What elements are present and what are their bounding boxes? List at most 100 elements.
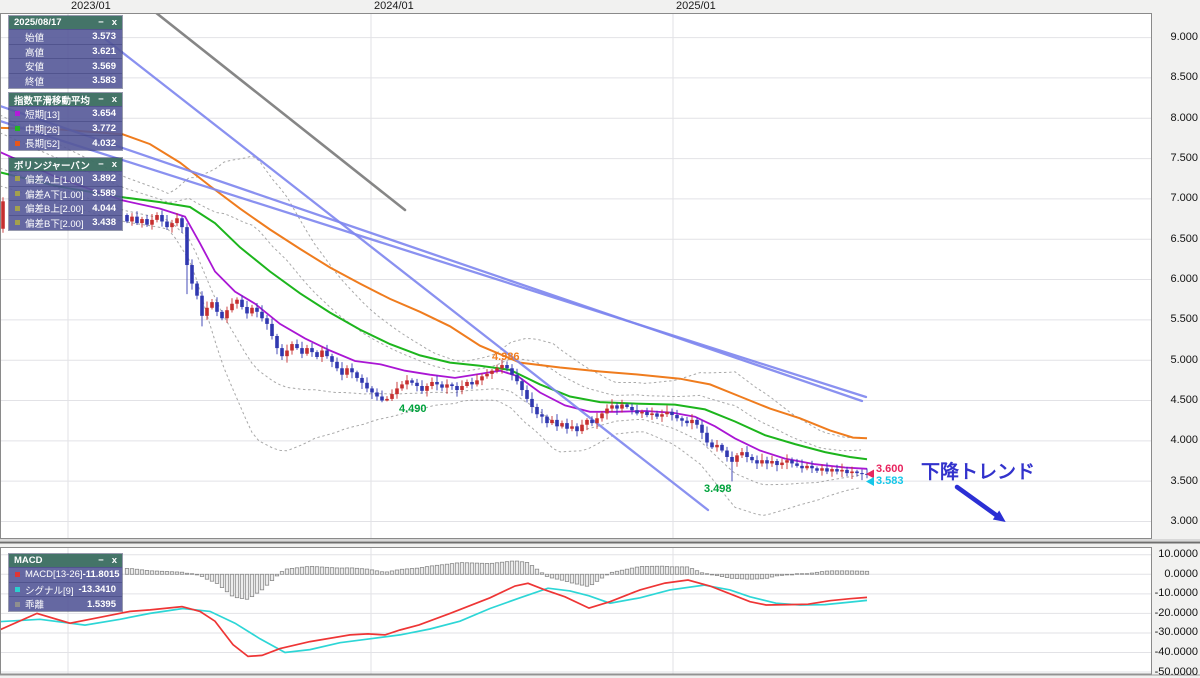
macd-tick-label: 10.0000 — [1158, 548, 1198, 561]
row-value: -13.3410 — [78, 584, 116, 596]
row-value: 1.5395 — [86, 598, 116, 610]
row-label: 乖離 — [25, 600, 45, 612]
price-tick-label: 9.000 — [1170, 31, 1198, 44]
indicator-row: 安値 3.569 — [9, 58, 122, 73]
panel-header[interactable]: 指数平滑移動平均 − x — [9, 93, 122, 107]
series-color-dot — [15, 205, 20, 211]
row-value: 3.772 — [92, 123, 116, 135]
indicator-row: MACD[13-26] -11.8015 — [9, 567, 122, 582]
row-label: 偏差A上[1.00] — [25, 174, 84, 186]
series-color-dot — [15, 220, 20, 226]
row-label: シグナル[9] — [25, 585, 74, 597]
indicator-row: 偏差A下[1.00] 3.589 — [9, 185, 122, 201]
macd-tick-label: -20.0000 — [1154, 606, 1198, 619]
series-color-dot — [15, 587, 20, 593]
row-label: 偏差A下[1.00] — [25, 189, 84, 201]
swing-low-label-1: 4.490 — [399, 403, 427, 415]
row-value: 3.589 — [92, 188, 116, 200]
macd-tick-label: -30.0000 — [1154, 626, 1198, 639]
row-value: 4.032 — [92, 137, 116, 149]
swing-high-label: 4.986 — [492, 351, 520, 363]
panel-header[interactable]: ボリンジャーバンド − x — [9, 158, 122, 172]
price-tick-label: 3.000 — [1170, 515, 1198, 527]
indicator-row: 短期[13] 3.654 — [9, 106, 122, 121]
downtrend-text-label[interactable]: 下降トレンド — [921, 457, 1035, 484]
row-label: 始値 — [25, 32, 45, 44]
row-label: 中期[26] — [25, 124, 60, 136]
row-value: 3.569 — [92, 60, 116, 72]
macd-tick-label: -40.0000 — [1154, 646, 1198, 658]
series-color-dot — [15, 572, 20, 578]
minimize-icon[interactable]: − — [98, 158, 104, 171]
price-tick-label: 7.500 — [1170, 152, 1198, 165]
series-color-dot — [15, 176, 20, 182]
price-tick-label: 3.500 — [1170, 474, 1198, 487]
close-icon[interactable]: x — [112, 93, 117, 106]
row-label: 偏差B上[2.00] — [25, 204, 84, 216]
price-tick-label: 6.000 — [1170, 273, 1198, 286]
chart-canvas — [0, 13, 1200, 676]
price-tick-label: 7.000 — [1170, 192, 1198, 205]
indicator-row: 終値 3.583 — [9, 73, 122, 88]
panel-title: 2025/08/17 — [14, 17, 62, 28]
macd-tick-label: -10.0000 — [1154, 587, 1198, 600]
row-label: 偏差B下[2.00] — [25, 218, 84, 230]
series-color-dot — [15, 140, 20, 146]
panel-title: MACD — [14, 555, 43, 566]
panel-rows: MACD[13-26] -11.8015 シグナル[9] -13.3410 乖離 1.53… — [9, 567, 122, 611]
series-color-dot — [15, 126, 20, 132]
panel-rows: 始値 3.573 高値 3.621 安値 3.569 終値 3.583 — [9, 29, 122, 88]
series-color-dot — [15, 191, 20, 197]
indicator-row: 中期[26] 3.772 — [9, 120, 122, 136]
row-label: MACD[13-26] — [25, 569, 83, 581]
minimize-icon[interactable]: − — [98, 554, 104, 567]
ohlc-info-panel: 2025/08/17 − x 始値 3.573 高値 3.621 安値 3.569 終値 3.… — [8, 15, 123, 89]
macd-indicator-panel: MACD − x MACD[13-26] -11.8015 シグナル[9] -13.3… — [8, 553, 123, 613]
date-tick-label: 2025/01 — [676, 0, 716, 12]
minimize-icon[interactable]: − — [98, 16, 104, 29]
close-icon[interactable]: x — [112, 158, 117, 171]
close-icon[interactable]: x — [112, 16, 117, 29]
date-tick-label: 2023/01 — [71, 0, 111, 12]
indicator-row: 偏差A上[1.00] 3.892 — [9, 171, 122, 186]
row-value: 3.583 — [92, 75, 116, 87]
charting-app: 2023/01 2024/01 2025/01 9.000 8.500 8.000 7.5… — [0, 0, 1200, 678]
price-tag-last: 3.583 — [876, 475, 904, 487]
macd-tick-label: 0.0000 — [1164, 567, 1198, 580]
row-value: 3.438 — [92, 217, 116, 229]
row-value: 4.044 — [92, 202, 116, 214]
series-color-dot — [15, 601, 20, 607]
indicator-row: 乖離 1.5395 — [9, 596, 122, 611]
row-value: 3.892 — [92, 173, 116, 185]
row-label: 長期[52] — [25, 139, 60, 151]
row-value: 3.621 — [92, 46, 116, 58]
panel-header[interactable]: 2025/08/17 − x — [9, 16, 122, 29]
price-tick-label: 8.000 — [1170, 111, 1198, 124]
price-tick-label: 5.500 — [1170, 313, 1198, 326]
indicator-row: 長期[52] 4.032 — [9, 135, 122, 150]
price-tag-previous: 3.600 — [876, 463, 904, 475]
indicator-row: 偏差B上[2.00] 4.044 — [9, 200, 122, 215]
price-tick-label: 5.000 — [1170, 353, 1198, 366]
row-label: 高値 — [25, 47, 45, 59]
row-value: -11.8015 — [82, 569, 120, 581]
panel-header[interactable]: MACD − x — [9, 554, 122, 567]
indicator-row: シグナル[9] -13.3410 — [9, 581, 122, 597]
close-icon[interactable]: x — [112, 554, 117, 567]
row-label: 終値 — [25, 76, 45, 88]
price-tick-label: 4.500 — [1170, 394, 1198, 407]
indicator-row: 始値 3.573 — [9, 29, 122, 44]
row-label: 安値 — [25, 62, 45, 74]
row-label: 短期[13] — [25, 109, 60, 121]
panel-title: 指数平滑移動平均 — [14, 95, 91, 107]
price-tick-label: 4.000 — [1170, 434, 1198, 447]
date-tick-label: 2024/01 — [374, 0, 414, 12]
panel-title: ボリンジャーバンド — [14, 160, 90, 172]
row-value: 3.654 — [92, 108, 116, 120]
minimize-icon[interactable]: − — [98, 93, 104, 106]
panel-rows: 偏差A上[1.00] 3.892 偏差A下[1.00] 3.589 偏差B上[2.00]… — [9, 171, 122, 230]
row-value: 3.573 — [92, 31, 116, 43]
indicator-row: 高値 3.621 — [9, 43, 122, 59]
bollinger-indicator-panel: ボリンジャーバンド − x 偏差A上[1.00] 3.892 偏差A下[1.00] 3… — [8, 157, 123, 231]
panel-rows: 短期[13] 3.654 中期[26] 3.772 長期[52] 4.032 — [9, 106, 122, 150]
